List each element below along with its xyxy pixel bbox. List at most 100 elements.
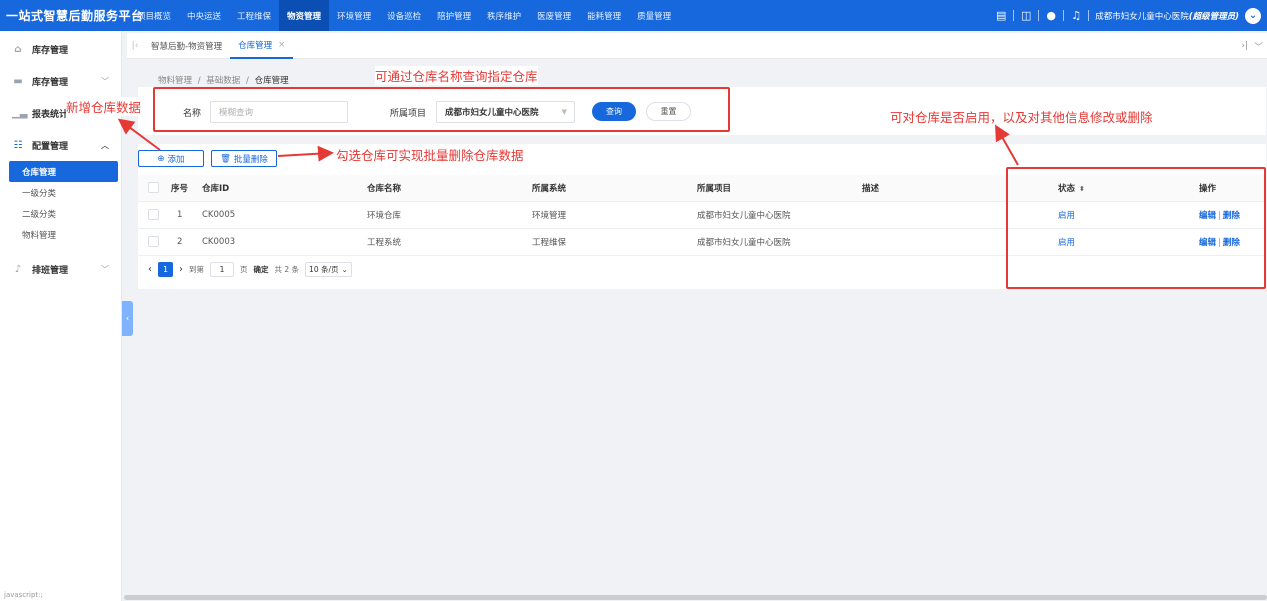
chevron-down-icon: ﹀ — [101, 264, 109, 274]
breadcrumb-current: 仓库管理 — [254, 76, 289, 86]
bell-icon[interactable]: ♫ — [1070, 9, 1082, 22]
collapse-sidebar-icon[interactable]: ‹ — [122, 301, 133, 336]
sidebar-item-schedule[interactable]: ♪ 排班管理 ﹀ — [0, 253, 121, 285]
topnav-item-energy[interactable]: 能耗管理 — [579, 0, 629, 31]
home-icon: ⌂ — [14, 43, 22, 55]
sidebar-sub-warehouse[interactable]: 仓库管理 — [9, 161, 118, 182]
total-count: 共 2 条 — [274, 265, 300, 274]
breadcrumb-sep: / — [246, 76, 249, 86]
cell-desc — [858, 201, 1030, 229]
batch-delete-label: 批量删除 — [233, 154, 268, 165]
topnav-item-materials[interactable]: 物资管理 — [279, 0, 330, 31]
sidebar-sub-materials[interactable]: 物料管理 — [0, 224, 121, 245]
chevron-down-icon[interactable]: ﹀ — [1254, 40, 1263, 53]
cell-system: 环境管理 — [528, 201, 693, 229]
cell-desc — [858, 228, 1030, 256]
breadcrumb-item[interactable]: 基础数据 — [206, 76, 240, 86]
divider — [1038, 10, 1040, 21]
page-unit-label: 页 — [240, 265, 248, 274]
pagination: ‹ 1 › 到第 1 页 确定 共 2 条 10 条/页 ⌄ — [148, 262, 352, 277]
sidebar-sub-level1[interactable]: 一级分类 — [0, 182, 121, 203]
cell-name: 工程系统 — [363, 228, 528, 256]
tab-tools: ›| ﹀ — [1241, 33, 1263, 59]
top-bar: 一站式智慧后勤服务平台 项目概览 中央运送 工程维保 物资管理 环境管理 设备巡… — [0, 0, 1267, 31]
row-checkbox[interactable] — [148, 236, 159, 247]
topnav-item-inspection[interactable]: 设备巡检 — [379, 0, 429, 31]
cell-system: 工程维保 — [528, 228, 693, 256]
divider — [1013, 10, 1015, 21]
horizontal-scrollbar[interactable] — [124, 595, 1267, 600]
chart-icon[interactable]: ◫ — [1020, 9, 1032, 22]
sidebar: ⌂ 库存管理 ▬ 库存管理 ﹀ ▁▃ 报表统计 ☷ 配置管理 ︿ 仓库管理 一级… — [0, 31, 122, 601]
user-org: 成都市妇女儿童中心医院 — [1095, 11, 1189, 22]
cell-no: 1 — [167, 201, 198, 229]
goto-label: 到第 — [189, 265, 204, 274]
status-text: javascript:; — [4, 591, 43, 599]
add-label: 添加 — [167, 154, 185, 165]
search-annotation-box — [153, 87, 730, 132]
sidebar-item-inventory[interactable]: ⌂ 库存管理 — [0, 33, 121, 65]
chevron-up-icon: ︿ — [101, 140, 109, 150]
divider — [1063, 10, 1065, 21]
prev-page-icon[interactable]: ‹ — [148, 264, 152, 275]
user-info[interactable]: 成都市妇女儿童中心医院(超级管理员) — [1095, 10, 1239, 22]
header-name: 仓库名称 — [363, 175, 528, 202]
goto-confirm-button[interactable]: 确定 — [254, 264, 269, 275]
topnav-item-maintenance[interactable]: 工程维保 — [229, 0, 279, 31]
top-nav: 项目概览 中央运送 工程维保 物资管理 环境管理 设备巡检 陪护管理 秩序维护 … — [129, 0, 679, 31]
select-all-checkbox[interactable] — [148, 182, 159, 194]
tab-prev-icon[interactable]: |‹ — [127, 41, 143, 51]
add-button[interactable]: ⊕ 添加 — [138, 150, 204, 167]
topnav-item-environment[interactable]: 环境管理 — [329, 0, 379, 31]
cell-name: 环境仓库 — [363, 201, 528, 229]
topnav-item-transport[interactable]: 中央运送 — [179, 0, 229, 31]
document-icon[interactable]: ▤ — [995, 9, 1007, 22]
cell-no: 2 — [167, 228, 198, 256]
topnav-item-escort[interactable]: 陪护管理 — [429, 0, 479, 31]
topnav-item-overview[interactable]: 项目概览 — [129, 0, 179, 31]
cell-id: CK0003 — [198, 228, 363, 256]
status-annotation-box — [1006, 167, 1266, 289]
user-role: (超级管理员) — [1188, 11, 1239, 22]
sidebar-item-inventory-2[interactable]: ▬ 库存管理 ﹀ — [0, 65, 121, 97]
batch-delete-button[interactable]: 🗑 批量删除 — [211, 150, 277, 167]
sidebar-item-label: 库存管理 — [32, 45, 69, 56]
sidebar-item-config[interactable]: ☷ 配置管理 ︿ — [0, 129, 121, 161]
topnav-item-order[interactable]: 秩序维护 — [479, 0, 529, 31]
bell-icon: ♪ — [14, 263, 22, 275]
select-all-cell — [138, 175, 167, 202]
breadcrumb: 物料管理 / 基础数据 / 仓库管理 — [158, 74, 289, 86]
page-size-select[interactable]: 10 条/页 ⌄ — [305, 262, 352, 277]
sidebar-item-label: 库存管理 — [32, 77, 69, 88]
trash-icon: 🗑 — [220, 153, 231, 164]
page-current[interactable]: 1 — [158, 262, 173, 277]
divider — [1088, 10, 1090, 21]
topnav-item-medical-waste[interactable]: 医废管理 — [529, 0, 579, 31]
sidebar-sub-level2[interactable]: 二级分类 — [0, 203, 121, 224]
header-system: 所属系统 — [528, 175, 693, 202]
annotation-add: 新增仓库数据 — [66, 97, 142, 116]
app-title: 一站式智慧后勤服务平台 — [6, 9, 144, 23]
breadcrumb-item[interactable]: 物料管理 — [158, 76, 192, 86]
chevron-down-icon[interactable]: ⌄ — [1245, 7, 1261, 24]
tab-label: 仓库管理 — [238, 40, 273, 51]
close-icon[interactable]: × — [278, 40, 285, 50]
next-page-icon[interactable]: › — [179, 264, 183, 275]
message-icon[interactable]: ● — [1045, 9, 1057, 22]
chevron-down-icon: ⌄ — [341, 265, 348, 274]
row-select-cell — [138, 201, 167, 229]
sidebar-item-label: 配置管理 — [32, 141, 69, 152]
row-checkbox[interactable] — [148, 209, 159, 220]
annotation-batch: 勾选仓库可实现批量删除仓库数据 — [336, 145, 524, 164]
row-select-cell — [138, 228, 167, 256]
tab-materials[interactable]: 智慧后勤-物资管理 — [143, 33, 230, 59]
goto-page-input[interactable]: 1 — [210, 262, 234, 277]
topnav-item-quality[interactable]: 质量管理 — [629, 0, 679, 31]
chevron-down-icon: ﹀ — [101, 76, 109, 86]
tab-next-icon[interactable]: ›| — [1241, 41, 1248, 51]
tab-bar: |‹ 智慧后勤-物资管理 仓库管理 × ›| ﹀ — [127, 33, 1267, 59]
header-id: 仓库ID — [198, 175, 363, 202]
sidebar-item-label: 报表统计 — [32, 109, 69, 120]
tab-warehouse[interactable]: 仓库管理 × — [230, 33, 294, 59]
header-project: 所属项目 — [693, 175, 858, 202]
